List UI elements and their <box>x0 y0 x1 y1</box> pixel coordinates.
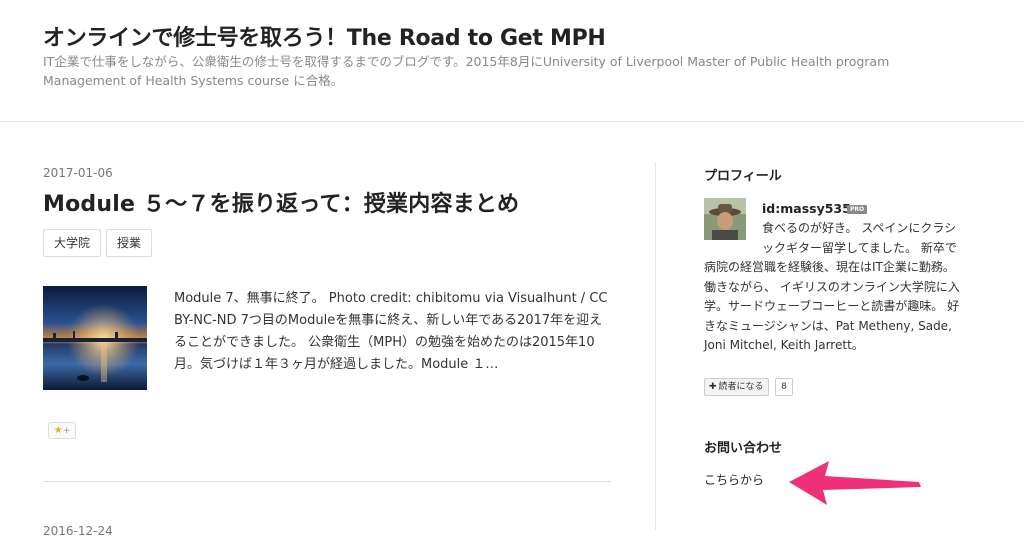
sunset-lake-image <box>43 286 147 390</box>
star-add-label: + <box>62 426 71 436</box>
entry-date[interactable]: 2017-01-06 <box>43 166 113 180</box>
entry-divider <box>43 481 611 482</box>
star-button[interactable]: ★+ <box>48 422 76 439</box>
profile-id[interactable]: id:massy535 <box>762 201 851 216</box>
sidebar-divider <box>655 162 656 530</box>
entry-title[interactable]: Module ５〜７を振り返って：授業内容まとめ <box>43 186 519 218</box>
plus-icon: ✚ <box>709 382 717 392</box>
blog-title[interactable]: オンラインで修士号を取ろう！The Road to Get MPH <box>43 20 606 52</box>
contact-link[interactable]: こちらから <box>704 471 764 488</box>
entry-categories: 大学院 授業 <box>43 229 153 257</box>
subscribe-label: 読者になる <box>718 382 764 392</box>
profile-description: 食べるのが好き。 スペインにクラシックギター留学してました。 新卒で病院の経営職… <box>704 219 966 356</box>
blog-description: IT企業で仕事をしながら、公衆衛生の修士号を取得するまでのブログです。2015年… <box>43 54 890 88</box>
entry-thumbnail[interactable] <box>43 286 147 390</box>
contact-heading: お問い合わせ <box>704 441 783 456</box>
profile-description-text: 食べるのが好き。 スペインにクラシックギター留学してました。 新卒で病院の経営職… <box>704 221 960 352</box>
star-icon: ★ <box>53 425 63 436</box>
category-tag[interactable]: 授業 <box>106 229 153 257</box>
pink-arrow-annotation <box>789 461 921 505</box>
profile-heading: プロフィール <box>704 169 782 184</box>
entry-summary: Module 7、無事に終了。 Photo credit: chibitomu … <box>174 291 608 372</box>
subscriber-count: 8 <box>775 378 793 396</box>
subscribe-button[interactable]: ✚ 読者になる <box>704 378 769 396</box>
blog-header: オンラインで修士号を取ろう！The Road to Get MPH IT企業で仕… <box>0 0 1024 122</box>
next-entry-date[interactable]: 2016-12-24 <box>43 524 113 538</box>
pro-badge: PRO <box>847 205 867 214</box>
category-tag[interactable]: 大学院 <box>43 229 102 257</box>
